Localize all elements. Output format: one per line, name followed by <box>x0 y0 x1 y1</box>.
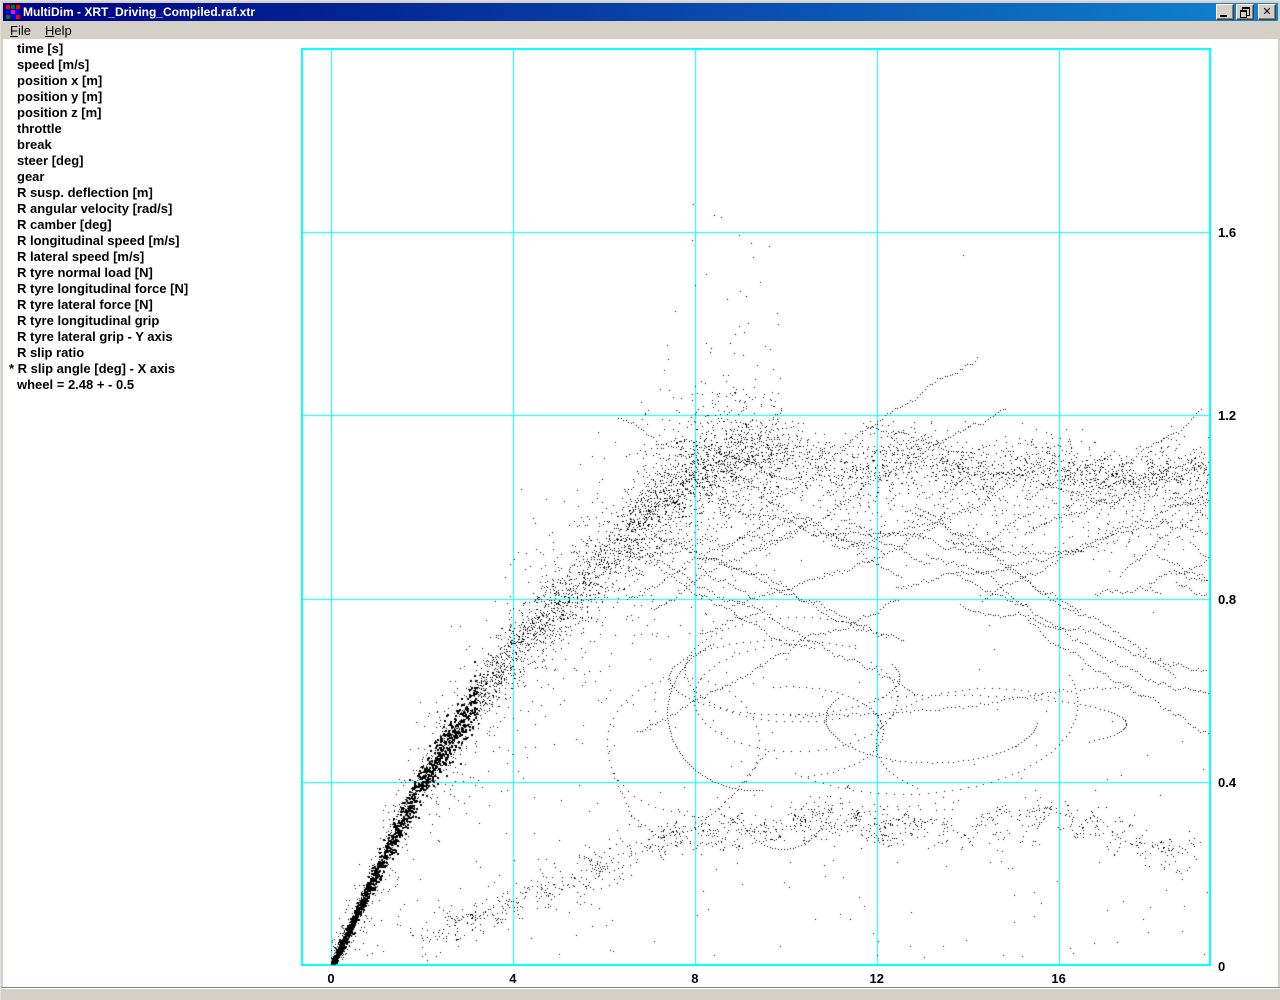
y-axis-tick-label: 0.8 <box>1218 591 1237 607</box>
app-window: MultiDim - XRT_Driving_Compiled.raf.xtr … <box>0 0 1280 1000</box>
channel-item[interactable]: R tyre longitudinal force [N] <box>9 281 188 297</box>
channel-item[interactable]: break <box>9 137 188 153</box>
close-button[interactable]: ✕ <box>1258 4 1276 20</box>
channel-item[interactable]: R tyre longitudinal grip <box>9 313 188 329</box>
channel-item[interactable]: R susp. deflection [m] <box>9 185 188 201</box>
x-axis-tick-label: 4 <box>509 971 517 986</box>
x-axis-tick-label: 16 <box>1051 971 1066 986</box>
restore-button[interactable] <box>1236 4 1254 20</box>
channel-list: time [s] speed [m/s] position x [m] positio… <box>9 41 188 393</box>
channel-item[interactable]: R lateral speed [m/s] <box>9 249 188 265</box>
minimize-icon <box>1220 15 1227 17</box>
client-area: time [s] speed [m/s] position x [m] positio… <box>3 39 1278 988</box>
title-bar: MultiDim - XRT_Driving_Compiled.raf.xtr … <box>3 3 1278 21</box>
menu-item-help[interactable]: Help <box>38 22 79 39</box>
restore-icon <box>1240 7 1250 18</box>
channel-item[interactable]: position x [m] <box>9 73 188 89</box>
channel-item[interactable]: steer [deg] <box>9 153 188 169</box>
app-icon <box>6 5 20 19</box>
channel-item[interactable]: position z [m] <box>9 105 188 121</box>
minimize-button[interactable] <box>1216 4 1234 20</box>
close-icon: ✕ <box>1262 5 1272 18</box>
channel-item[interactable]: R tyre lateral grip - Y axis <box>9 329 188 345</box>
x-axis-tick-label: 12 <box>869 971 884 986</box>
channel-item[interactable]: speed [m/s] <box>9 57 188 73</box>
channel-item[interactable]: throttle <box>9 121 188 137</box>
plot-canvas[interactable] <box>301 48 1211 966</box>
channel-item[interactable]: * R slip angle [deg] - X axis <box>9 361 188 377</box>
channel-item[interactable]: R slip ratio <box>9 345 188 361</box>
x-axis-tick-label: 8 <box>691 971 699 986</box>
y-axis-tick-label: 1.6 <box>1218 224 1237 240</box>
channel-item[interactable]: position y [m] <box>9 89 188 105</box>
menu-bar: File Help <box>3 21 1278 39</box>
x-axis-tick-label: 0 <box>327 971 335 986</box>
channel-item[interactable]: R angular velocity [rad/s] <box>9 201 188 217</box>
channel-item[interactable]: time [s] <box>9 41 188 57</box>
window-title: MultiDim - XRT_Driving_Compiled.raf.xtr <box>23 5 256 19</box>
y-axis-tick-label: 0 <box>1218 959 1226 974</box>
channel-item[interactable]: R tyre normal load [N] <box>9 265 188 281</box>
menu-item-file[interactable]: File <box>3 22 38 39</box>
status-strip <box>1 987 1280 1000</box>
plot-area <box>301 48 1211 966</box>
channel-item[interactable]: R tyre lateral force [N] <box>9 297 188 313</box>
channel-item[interactable]: wheel = 2.48 + - 0.5 <box>9 377 188 393</box>
y-axis-tick-label: 1.2 <box>1218 408 1237 424</box>
channel-item[interactable]: R camber [deg] <box>9 217 188 233</box>
channel-item[interactable]: R longitudinal speed [m/s] <box>9 233 188 249</box>
window-controls: ✕ <box>1214 4 1278 20</box>
channel-item[interactable]: gear <box>9 169 188 185</box>
y-axis-tick-label: 0.4 <box>1218 775 1237 791</box>
